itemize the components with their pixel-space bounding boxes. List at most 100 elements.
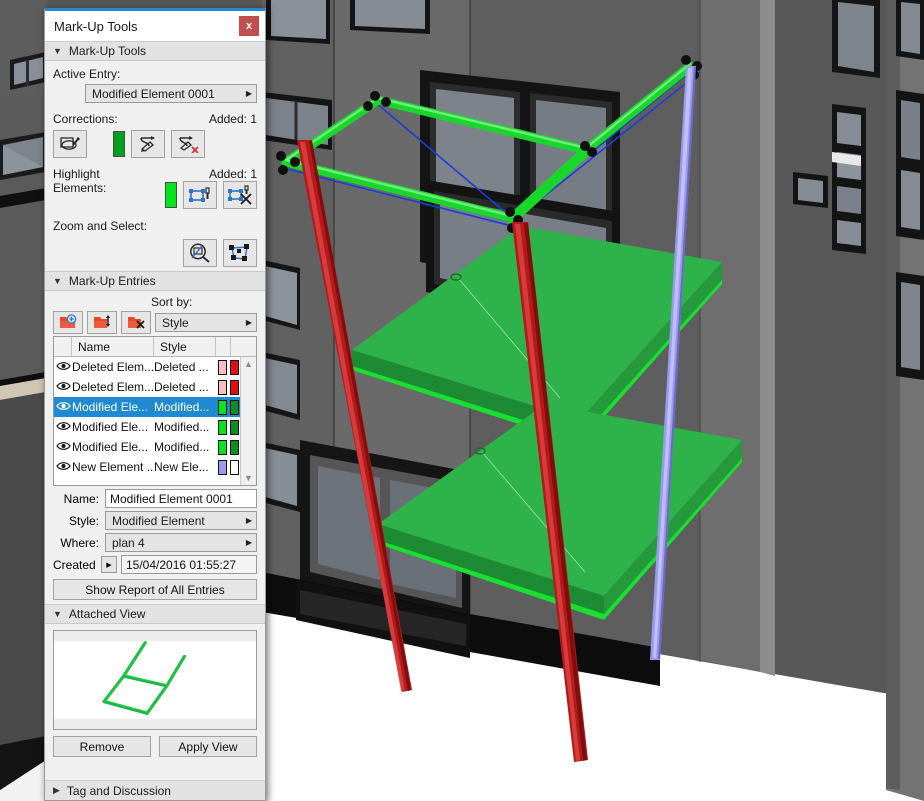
scroll-up-arrow[interactable]: ▲	[244, 359, 253, 369]
corrections-color-swatch[interactable]	[113, 131, 125, 157]
name-input[interactable]: Modified Element 0001	[105, 489, 257, 508]
where-field-label: Where:	[60, 535, 99, 550]
section-title-tag-discussion: Tag and Discussion	[66, 783, 171, 798]
style-value: Modified Element	[112, 513, 205, 528]
color-swatch-primary	[218, 419, 227, 435]
table-row[interactable]: Deleted Elem... Deleted ...	[54, 377, 240, 397]
chevron-right-icon: ▶	[245, 89, 252, 98]
remove-highlight-icon[interactable]	[223, 181, 257, 209]
visibility-eye-icon[interactable]	[54, 360, 72, 374]
section-title-markup-tools: Mark-Up Tools	[68, 44, 147, 58]
corrections-label: Corrections:	[53, 112, 118, 126]
section-header-attached-view[interactable]: ▼ Attached View	[45, 604, 265, 624]
section-header-markup-entries[interactable]: ▼ Mark-Up Entries	[45, 271, 265, 291]
table-cell-name: Modified Ele...	[72, 420, 149, 434]
list-header: Name Style	[54, 337, 256, 357]
table-row[interactable]: Modified Ele... Modified...	[54, 437, 240, 457]
column-header-style[interactable]: Style	[154, 337, 216, 356]
facade-window-1	[266, 0, 330, 44]
visibility-eye-icon[interactable]	[54, 380, 72, 394]
add-highlight-icon[interactable]	[183, 181, 217, 209]
table-cell-colors	[216, 379, 239, 395]
highlight-label-line1: Highlight	[53, 167, 100, 181]
chevron-right-icon: ▶	[53, 785, 60, 795]
chevron-right-icon: ▶	[245, 538, 252, 547]
chevron-right-icon: ▶	[245, 318, 252, 327]
attached-view-thumbnail[interactable]	[53, 630, 257, 730]
table-cell-colors	[216, 399, 239, 415]
list-rows: Deleted Elem... Deleted ... Deleted Elem..…	[54, 357, 240, 485]
chevron-down-icon: ▼	[53, 276, 62, 286]
zoom-to-entry-icon[interactable]	[183, 239, 217, 267]
style-dropdown[interactable]: Modified Element ▶	[105, 511, 257, 530]
chevron-down-icon: ▼	[53, 46, 62, 56]
attached-view-body: Remove Apply View	[45, 624, 265, 761]
facade-window-2	[350, 0, 430, 34]
visibility-eye-icon[interactable]	[54, 440, 72, 454]
table-row[interactable]: Deleted Elem... Deleted ...	[54, 357, 240, 377]
section-header-tag-discussion[interactable]: ▶ Tag and Discussion	[45, 780, 265, 800]
where-value: plan 4	[112, 535, 145, 550]
facade-window-right-top	[832, 0, 880, 78]
markup-entries-list[interactable]: Name Style Deleted Elem... Deleted ... Del…	[53, 336, 257, 486]
sort-by-value: Style	[162, 315, 189, 330]
style-field-label: Style:	[68, 513, 99, 528]
table-cell-style: Deleted ...	[154, 360, 209, 374]
markup-tools-palette: Mark-Up Tools x ▼ Mark-Up Tools Active E…	[44, 8, 266, 801]
highlight-correction-icon[interactable]	[53, 130, 87, 158]
active-entry-label: Active Entry:	[53, 67, 121, 81]
color-swatch-secondary	[230, 399, 239, 415]
table-cell-colors	[216, 439, 239, 455]
created-expand-button[interactable]: ▶	[101, 556, 117, 573]
palette-spacer	[45, 761, 265, 780]
remove-correction-icon[interactable]	[171, 130, 205, 158]
active-entry-dropdown[interactable]: Modified Element 0001 ▶	[85, 84, 257, 103]
table-cell-colors	[216, 459, 239, 475]
show-report-button[interactable]: Show Report of All Entries	[53, 579, 257, 600]
sort-by-dropdown[interactable]: Style ▶	[155, 313, 257, 332]
palette-title: Mark-Up Tools	[54, 18, 138, 34]
color-swatch-primary	[218, 459, 227, 475]
table-row[interactable]: Modified Ele... Modified...	[54, 417, 240, 437]
visibility-eye-icon[interactable]	[54, 460, 72, 474]
section-header-markup-tools[interactable]: ▼ Mark-Up Tools	[45, 41, 265, 61]
scroll-down-arrow[interactable]: ▼	[244, 473, 253, 483]
list-body: Deleted Elem... Deleted ... Deleted Elem..…	[54, 357, 256, 485]
color-swatch-secondary	[230, 439, 239, 455]
highlight-color-swatch[interactable]	[165, 182, 177, 208]
delete-entry-icon[interactable]	[121, 311, 151, 334]
color-swatch-secondary	[230, 359, 239, 375]
column-header-name[interactable]: Name	[72, 337, 154, 356]
new-entry-icon[interactable]	[53, 311, 83, 334]
color-swatch-secondary	[230, 459, 239, 475]
visibility-eye-icon[interactable]	[54, 400, 72, 414]
corrections-added-count: Added: 1	[208, 112, 257, 126]
color-swatch-primary	[218, 399, 227, 415]
palette-titlebar[interactable]: Mark-Up Tools x	[45, 11, 265, 41]
table-cell-name: Deleted Elem...	[72, 360, 154, 374]
facade-window-sliver	[262, 260, 300, 512]
remove-button[interactable]: Remove	[53, 736, 151, 757]
table-cell-style: New Ele...	[154, 460, 209, 474]
zoom-select-label: Zoom and Select:	[53, 219, 148, 233]
table-row[interactable]: Modified Ele... Modified...	[54, 397, 240, 417]
chevron-right-icon: ▶	[245, 516, 252, 525]
where-dropdown[interactable]: plan 4 ▶	[105, 533, 257, 552]
table-cell-colors	[216, 419, 239, 435]
import-entry-icon[interactable]	[87, 311, 117, 334]
created-value: 15/04/2016 01:55:27	[121, 555, 257, 574]
section-title-markup-entries: Mark-Up Entries	[68, 274, 156, 288]
table-row[interactable]: New Element ... New Ele...	[54, 457, 240, 477]
apply-view-button[interactable]: Apply View	[159, 736, 257, 757]
active-entry-value: Modified Element 0001	[92, 86, 215, 101]
visibility-eye-icon[interactable]	[54, 420, 72, 434]
table-cell-name: Modified Ele...	[72, 440, 149, 454]
select-elements-icon[interactable]	[223, 239, 257, 267]
table-cell-name: New Element ...	[72, 460, 154, 474]
close-icon[interactable]: x	[239, 16, 259, 36]
highlight-label-line2: Elements:	[53, 181, 107, 195]
list-scrollbar[interactable]: ▲ ▼	[240, 357, 256, 485]
add-correction-icon[interactable]	[131, 130, 165, 158]
markup-entries-body: Sort by: Style ▶ Name Style Deleted Elem…	[45, 291, 265, 604]
table-cell-style: Modified...	[154, 420, 210, 434]
